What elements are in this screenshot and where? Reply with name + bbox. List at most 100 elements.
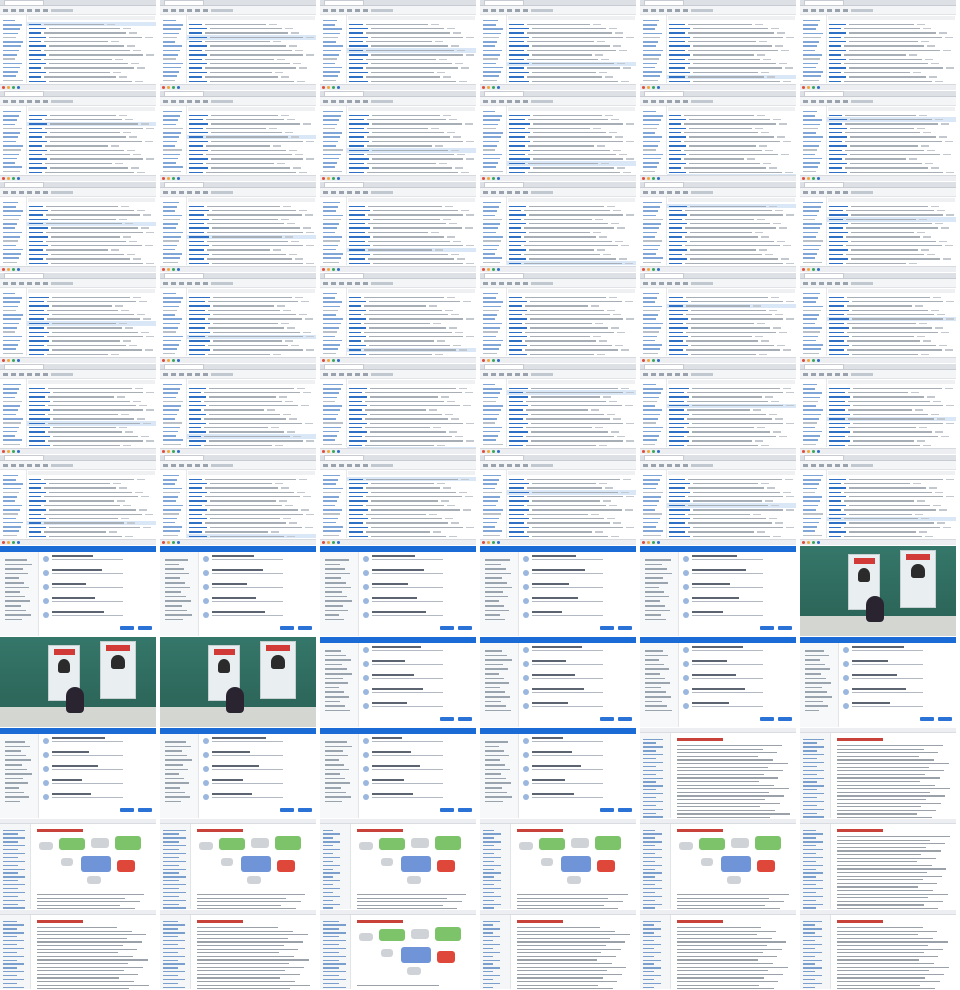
toc-link[interactable]: [3, 924, 24, 926]
conversation-item[interactable]: [683, 646, 793, 653]
conversation-item[interactable]: [523, 646, 633, 653]
toolbar-icon[interactable]: [331, 372, 336, 376]
nav-item[interactable]: [645, 654, 668, 657]
sidebar-folder-item[interactable]: [643, 79, 658, 82]
toolbar-icon[interactable]: [843, 463, 848, 467]
toolbar-icon[interactable]: [499, 99, 504, 103]
nav-item[interactable]: [165, 604, 182, 607]
taskbar-app-icon[interactable]: [327, 450, 330, 453]
toolbar-icon[interactable]: [187, 281, 192, 285]
sidebar-folder-item[interactable]: [323, 292, 337, 295]
taskbar-app-icon[interactable]: [642, 268, 645, 271]
sidebar-folder-item[interactable]: [643, 331, 659, 333]
toc-link[interactable]: [483, 932, 493, 934]
toc-link[interactable]: [803, 955, 815, 957]
toc-link[interactable]: [643, 868, 655, 870]
nav-item[interactable]: [645, 663, 664, 666]
sidebar-folder-item[interactable]: [3, 240, 18, 242]
taskbar-app-icon[interactable]: [177, 541, 180, 544]
taskbar-app-icon[interactable]: [807, 86, 810, 89]
toolbar-icon[interactable]: [811, 281, 816, 285]
search-input[interactable]: [691, 190, 713, 194]
sidebar-folder-item[interactable]: [163, 75, 177, 77]
toc-link[interactable]: [803, 738, 824, 740]
sidebar-folder-item[interactable]: [483, 227, 498, 229]
sidebar-folder-item[interactable]: [643, 23, 657, 26]
sidebar-folder-item[interactable]: [483, 309, 499, 312]
toc-link[interactable]: [643, 742, 656, 744]
toc-link[interactable]: [643, 800, 663, 803]
toc-link[interactable]: [163, 852, 186, 855]
search-input[interactable]: [371, 372, 393, 376]
sidebar-folder-item[interactable]: [163, 335, 183, 338]
nav-item[interactable]: [5, 786, 19, 789]
sidebar-folder-item[interactable]: [643, 253, 656, 255]
sidebar-folder-item[interactable]: [323, 339, 342, 342]
toolbar-icon[interactable]: [507, 190, 512, 194]
toc-link[interactable]: [803, 959, 822, 961]
toc-link[interactable]: [163, 951, 178, 954]
sidebar-folder-item[interactable]: [3, 170, 20, 173]
taskbar-app-icon[interactable]: [817, 541, 820, 544]
sidebar-folder-item[interactable]: [163, 409, 179, 411]
toolbar-icon[interactable]: [347, 8, 352, 12]
sidebar-folder-item[interactable]: [3, 348, 16, 350]
taskbar-app-icon[interactable]: [17, 86, 20, 89]
nav-item[interactable]: [805, 677, 826, 680]
nav-item[interactable]: [485, 581, 507, 584]
toc-link[interactable]: [483, 868, 494, 870]
toolbar-icon[interactable]: [43, 190, 48, 194]
sidebar-folder-item[interactable]: [643, 491, 663, 494]
conversation-item[interactable]: [523, 688, 633, 695]
toolbar-icon[interactable]: [11, 8, 16, 12]
sidebar-folder-item[interactable]: [163, 240, 179, 242]
conversation-item[interactable]: [683, 688, 793, 695]
sidebar-folder-item[interactable]: [483, 413, 499, 416]
toc-link[interactable]: [163, 907, 186, 909]
nav-item[interactable]: [645, 559, 671, 561]
toc-link[interactable]: [3, 868, 25, 870]
taskbar-app-icon[interactable]: [812, 177, 815, 180]
taskbar-app-icon[interactable]: [7, 177, 10, 180]
sidebar-folder-item[interactable]: [803, 153, 815, 156]
toc-link[interactable]: [803, 936, 822, 938]
toolbar-icon[interactable]: [811, 463, 816, 467]
toolbar-icon[interactable]: [363, 372, 368, 376]
search-input[interactable]: [691, 463, 713, 467]
toc-link[interactable]: [323, 876, 333, 878]
sidebar-folder-item[interactable]: [803, 166, 818, 168]
nav-item[interactable]: [485, 782, 511, 784]
taskbar-app-icon[interactable]: [497, 268, 500, 271]
secondary-button[interactable]: [298, 808, 312, 812]
sidebar-folder-item[interactable]: [643, 296, 657, 299]
toc-link[interactable]: [643, 899, 655, 901]
toc-link[interactable]: [643, 754, 663, 756]
search-input[interactable]: [211, 372, 233, 376]
toolbar-icon[interactable]: [843, 99, 848, 103]
taskbar-app-icon[interactable]: [177, 86, 180, 89]
sidebar-folder-item[interactable]: [3, 248, 23, 251]
sidebar-folder-item[interactable]: [3, 127, 22, 130]
sidebar-folder-item[interactable]: [803, 53, 822, 56]
nav-item[interactable]: [325, 759, 339, 761]
sidebar-folder-item[interactable]: [483, 474, 501, 477]
taskbar-app-icon[interactable]: [802, 541, 805, 544]
sidebar-folder-item[interactable]: [323, 513, 340, 515]
taskbar-app-icon[interactable]: [2, 177, 5, 180]
toc-link[interactable]: [643, 932, 654, 934]
nav-item[interactable]: [485, 559, 510, 561]
sidebar-folder-item[interactable]: [643, 339, 655, 342]
nav-item[interactable]: [485, 800, 503, 803]
toc-link[interactable]: [3, 936, 17, 938]
nav-item[interactable]: [485, 650, 502, 652]
sidebar-folder-item[interactable]: [3, 521, 23, 524]
toolbar-icon[interactable]: [179, 8, 184, 12]
sidebar-folder-item[interactable]: [643, 435, 659, 437]
sidebar-folder-item[interactable]: [163, 205, 177, 208]
sidebar-folder-item[interactable]: [163, 66, 181, 69]
taskbar-app-icon[interactable]: [652, 359, 655, 362]
sidebar-folder-item[interactable]: [323, 318, 343, 320]
browser-tab[interactable]: [484, 0, 524, 5]
nav-item[interactable]: [645, 659, 659, 661]
taskbar-app-icon[interactable]: [322, 541, 325, 544]
